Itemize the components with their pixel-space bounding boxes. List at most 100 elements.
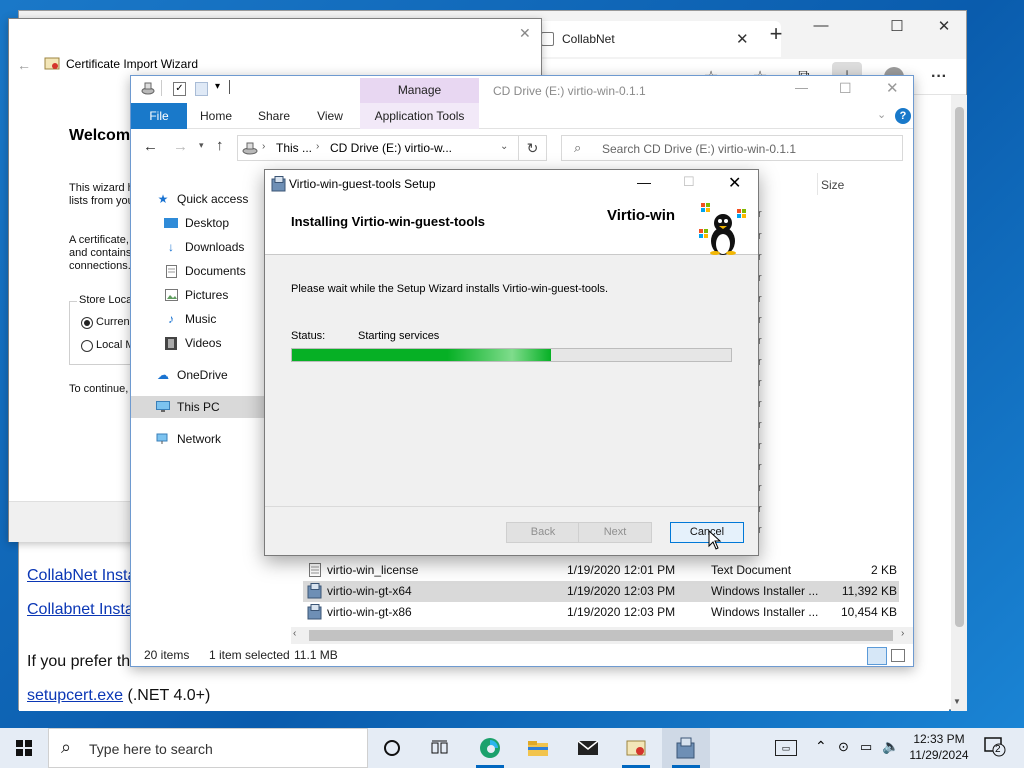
up-icon[interactable]: ↑ [216,137,224,154]
details-view-icon[interactable] [867,647,887,665]
nav-item-documents[interactable]: Documents [163,260,263,282]
nav-item-downloads[interactable]: ↓ Downloads [163,236,263,258]
browser-minimize-button[interactable]: — [801,17,841,34]
browser-tab-collabnet[interactable]: CollabNet ✕ [531,21,781,57]
back-arrow-icon[interactable]: ← [17,57,31,73]
explorer-minimize-button[interactable]: — [795,80,808,95]
star-icon: ★ [157,192,169,206]
setup-close-button[interactable]: ✕ [728,173,741,193]
installer-icon [307,604,323,620]
help-icon[interactable]: ? [895,108,911,124]
refresh-button[interactable]: ↻ [519,135,547,161]
file-size: 2 KB [870,563,897,577]
explorer-maximize-button[interactable]: ☐ [839,80,852,97]
back-icon[interactable]: ← [143,138,158,155]
nav-label: Music [185,312,217,326]
tab-close-icon[interactable]: ✕ [736,30,749,48]
nav-item-music[interactable]: ♪ Music [163,308,263,330]
radio-current-user[interactable]: Curren [81,316,130,329]
browser-maximize-button[interactable]: ☐ [877,17,917,35]
certwiz-para1-line2: lists from you [69,195,134,207]
nav-item-network[interactable]: Network [155,428,263,450]
nav-item-this-pc[interactable]: This PC [131,396,265,418]
address-field[interactable]: › This ... › CD Drive (E:) virtio-w... ⌄ [237,135,519,161]
setup-dialog: Virtio-win-guest-tools Setup — ☐ ✕ Insta… [264,169,759,556]
file-explorer-icon[interactable] [514,728,562,768]
task-view-icon[interactable] [416,728,464,768]
column-header-size[interactable]: Size [821,178,844,192]
document-icon [163,264,179,278]
nav-item-videos[interactable]: Videos [163,332,263,354]
horizontal-scrollbar[interactable]: ‹ › [291,627,913,644]
file-row[interactable]: virtio-win-gt-x86 1/19/2020 12:03 PM Win… [303,602,899,623]
show-hidden-icons-icon[interactable]: ⌃ [815,738,827,755]
ribbon-expand-icon[interactable]: ⌄ [877,108,886,121]
clock[interactable]: 12:33 PM 11/29/2024 [908,732,970,762]
radio-local-machine[interactable]: Local M [81,339,135,352]
setup-button-row: Back Next Cancel [265,506,758,556]
volume-muted-icon[interactable]: 🔈 [882,738,899,755]
ribbon-tab-home[interactable]: Home [193,103,239,129]
new-tab-button[interactable]: + [764,23,788,47]
hscroll-thumb[interactable] [309,630,893,641]
forward-icon[interactable]: → [173,138,188,155]
setup-taskbar-icon[interactable] [662,728,710,768]
recent-locations-icon[interactable]: ▾ [199,140,204,151]
device-icon[interactable]: ⊙ [838,739,849,755]
nav-item-pictures[interactable]: Pictures [163,284,263,306]
certwiz-heading: Welcom [69,127,131,144]
properties-icon[interactable]: ✓ [173,82,186,96]
taskbar-search-box[interactable]: ⌕ Type here to search [48,728,368,768]
mail-icon[interactable] [564,728,612,768]
breadcrumb-drive[interactable]: CD Drive (E:) virtio-w... [330,141,452,155]
taskbar: ⌕ Type here to search ▭ ⌃ ⊙ ▭ 🔈 12:33 PM… [0,728,1024,768]
large-icons-view-icon[interactable] [891,649,905,662]
setup-heading: Installing Virtio-win-guest-tools [291,214,486,229]
scroll-left-icon[interactable]: ‹ [293,628,296,639]
notifications-icon[interactable]: 2 [984,737,1006,757]
page-icon [541,32,554,46]
qat-dropdown-icon[interactable]: ▾ [215,81,220,92]
edge-browser-icon[interactable] [466,728,514,768]
collabnet-installer-link-1[interactable]: CollabNet Insta [27,567,136,585]
setup-brand: Virtio-win [607,207,676,224]
nav-item-quick-access[interactable]: ★ Quick access [155,188,263,210]
nav-item-onedrive[interactable]: ☁ OneDrive [155,364,263,386]
pictures-icon [163,288,179,302]
address-dropdown-icon[interactable]: ⌄ [500,141,508,152]
taskbar-search-placeholder: Type here to search [89,741,213,757]
setup-minimize-button[interactable]: — [637,174,651,190]
ribbon-tab-file[interactable]: File [131,103,187,129]
windows-logo-icon [16,740,32,756]
file-size: 11,392 KB [841,584,897,598]
settings-menu-button[interactable]: ··· [924,62,954,92]
ribbon-tab-view[interactable]: View [307,103,353,129]
explorer-search-box[interactable]: ⌕ Search CD Drive (E:) virtio-win-0.1.1 [561,135,903,161]
scroll-down-icon[interactable]: ▼ [953,697,961,706]
ribbon-tab-application-tools[interactable]: Application Tools [360,103,479,129]
file-row[interactable]: virtio-win_license 1/19/2020 12:01 PM Te… [303,560,899,581]
certwiz-title: Certificate Import Wizard [66,57,199,71]
explorer-close-button[interactable]: ✕ [886,79,899,97]
network-tray-icon[interactable]: ▭ [860,739,872,755]
nav-item-desktop[interactable]: Desktop [163,212,263,234]
file-row-selected[interactable]: virtio-win-gt-x64 1/19/2020 12:03 PM Win… [303,581,899,602]
cortana-icon[interactable] [368,728,416,768]
certificate-app-icon[interactable] [612,728,660,768]
setupcert-link[interactable]: setupcert.exe [27,687,123,704]
nav-label: Documents [185,264,246,278]
scroll-right-icon[interactable]: › [901,628,904,639]
browser-close-button[interactable]: ✕ [924,17,964,35]
store-location-label: Store Loca [77,294,135,307]
progress-bar-fill [292,349,551,361]
breadcrumb-this-pc[interactable]: This ... [276,141,312,155]
start-button[interactable] [0,728,48,768]
certwiz-close-button[interactable]: ✕ [519,25,531,42]
ribbon-tab-share[interactable]: Share [251,103,297,129]
keyboard-icon[interactable]: ▭ [775,740,797,756]
browser-scroll-thumb[interactable] [955,107,964,627]
collabnet-installer-link-2[interactable]: Collabnet Insta [27,601,134,619]
cancel-button[interactable]: Cancel [670,522,744,543]
manage-contextual-tab[interactable]: Manage [360,78,479,103]
new-folder-icon[interactable] [195,82,208,96]
